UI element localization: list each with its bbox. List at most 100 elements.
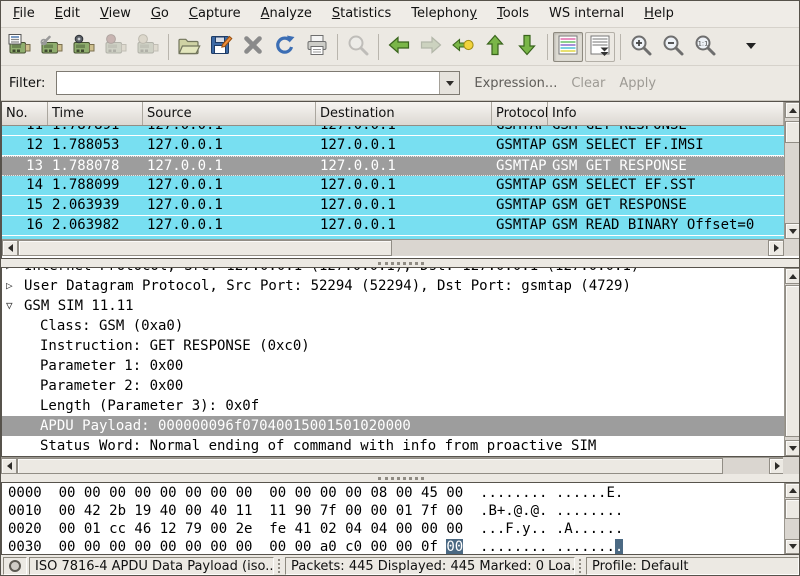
packet-list-vscrollbar[interactable] [784, 102, 800, 239]
scroll-up-button[interactable] [785, 268, 800, 284]
hex-offset: 0010 [8, 503, 42, 519]
packet-row-15[interactable]: 152.063939127.0.0.1127.0.0.1GSMTAPGSM GE… [2, 196, 784, 216]
vscroll-thumb[interactable] [785, 285, 800, 437]
packet-cell: 127.0.0.1 [143, 176, 316, 195]
detail-text: User Datagram Protocol, Src Port: 52294 … [24, 276, 631, 296]
filter-dropdown-button[interactable] [439, 72, 459, 94]
filter-input[interactable] [57, 72, 439, 94]
scroll-left-button[interactable] [1, 458, 17, 474]
detail-row-3[interactable]: Class: GSM (0xa0) [2, 316, 784, 336]
hscroll-thumb[interactable] [18, 240, 392, 256]
hex-vscrollbar[interactable] [784, 483, 800, 554]
packet-row-13[interactable]: 131.788078127.0.0.1127.0.0.1GSMTAPGSM GE… [2, 156, 784, 176]
save-file-button[interactable] [206, 32, 236, 62]
menu-file[interactable]: File [3, 1, 45, 27]
scroll-up-button[interactable] [785, 483, 800, 498]
scroll-up-button[interactable] [785, 102, 800, 118]
zoom-out-button[interactable] [658, 32, 688, 62]
packet-cell: 1.787891 [48, 126, 143, 135]
menu-help[interactable]: Help [634, 1, 684, 27]
detail-text: Instruction: GET RESPONSE (0xc0) [40, 336, 310, 356]
menu-capture[interactable]: Capture [179, 1, 251, 27]
hex-row-0020[interactable]: 0020 00 01 cc 46 12 79 00 2e fe 41 02 04… [2, 521, 784, 538]
expander-collapsed-icon[interactable]: ▷ [6, 276, 24, 296]
capture-start-button[interactable] [69, 32, 99, 62]
detail-row-0[interactable]: ▷Internet Protocol, Src: 127.0.0.1 (127.… [2, 268, 784, 276]
hex-row-0010[interactable]: 0010 00 42 2b 19 40 00 40 11 11 90 7f 00… [2, 503, 784, 520]
scroll-down-button[interactable] [785, 539, 800, 554]
scroll-left-button[interactable] [2, 240, 18, 256]
menu-analyze[interactable]: Analyze [251, 1, 322, 27]
clear-button: Clear [571, 76, 605, 91]
expert-info-button[interactable] [3, 557, 27, 575]
detail-row-5[interactable]: Parameter 1: 0x00 [2, 356, 784, 376]
detail-row-1[interactable]: ▷User Datagram Protocol, Src Port: 52294… [2, 276, 784, 296]
menu-edit[interactable]: Edit [45, 1, 90, 27]
packet-row-11[interactable]: 111.787891127.0.0.1127.0.0.1GSMTAPGSM GE… [2, 126, 784, 136]
vscroll-thumb[interactable] [785, 121, 800, 143]
scroll-right-button[interactable] [768, 240, 784, 256]
column-header-protocol[interactable]: Protocol [492, 102, 548, 125]
packet-cell: GSM READ BINARY Offset=0 [548, 216, 784, 235]
folder-icon [177, 33, 201, 61]
menu-telephony[interactable]: Telephony [401, 1, 487, 27]
pane-splitter-2[interactable] [1, 474, 800, 482]
detail-row-6[interactable]: Parameter 2: 0x00 [2, 376, 784, 396]
column-header-time[interactable]: Time [48, 102, 143, 125]
details-hscrollbar[interactable] [1, 457, 785, 474]
go-back-button[interactable] [384, 32, 414, 62]
menu-statistics[interactable]: Statistics [322, 1, 401, 27]
details-vscrollbar[interactable] [784, 268, 800, 456]
column-header-destination[interactable]: Destination [316, 102, 492, 125]
go-to-packet-button[interactable] [448, 32, 478, 62]
packet-cell: 1.788053 [48, 136, 143, 155]
menu-tools[interactable]: Tools [487, 1, 539, 27]
vscroll-thumb[interactable] [785, 499, 800, 519]
packet-row-14[interactable]: 141.788099127.0.0.1127.0.0.1GSMTAPGSM SE… [2, 176, 784, 196]
list-interfaces-button[interactable] [5, 32, 35, 62]
arrow-left-icon [8, 244, 13, 252]
expander-expanded-icon[interactable]: ▽ [6, 296, 24, 316]
status-grip-icon[interactable] [579, 559, 582, 573]
arrow-right-icon [775, 462, 780, 470]
detail-row-2[interactable]: ▽GSM SIM 11.11 [2, 296, 784, 316]
hscroll-thumb[interactable] [17, 458, 723, 474]
go-to-top-button[interactable] [480, 32, 510, 62]
scroll-down-button[interactable] [785, 440, 800, 456]
detail-row-8[interactable]: APDU Payload: 000000096f0704001500150102… [2, 416, 784, 436]
expander-collapsed-icon[interactable]: ▷ [6, 268, 24, 276]
zoom-1-1-icon: 1:1 [693, 33, 717, 61]
zoom-normal-button[interactable]: 1:1 [690, 32, 720, 62]
status-profile[interactable]: Profile: Default [586, 557, 799, 575]
go-to-bottom-button[interactable] [512, 32, 542, 62]
pane-splitter-1[interactable] [1, 259, 800, 267]
auto-scroll-button[interactable] [585, 32, 615, 62]
column-header-info[interactable]: Info [548, 102, 784, 125]
close-file-button[interactable] [238, 32, 268, 62]
hex-row-0000[interactable]: 0000 00 00 00 00 00 00 00 00 00 00 00 00… [2, 485, 784, 502]
detail-row-7[interactable]: Length (Parameter 3): 0x0f [2, 396, 784, 416]
packet-list-hscrollbar[interactable] [2, 239, 784, 256]
colorize-button[interactable] [553, 32, 583, 62]
print-button[interactable] [302, 32, 332, 62]
capture-options-button[interactable] [37, 32, 67, 62]
open-file-button[interactable] [174, 32, 204, 62]
expression-button[interactable]: Expression... [474, 76, 557, 91]
menu-view[interactable]: View [90, 1, 141, 27]
gap [463, 539, 480, 554]
detail-row-9[interactable]: Status Word: Normal ending of command wi… [2, 436, 784, 456]
packet-row-16[interactable]: 162.063982127.0.0.1127.0.0.1GSMTAPGSM RE… [2, 216, 784, 236]
status-grip-icon[interactable] [278, 559, 281, 573]
zoom-in-button[interactable] [626, 32, 656, 62]
column-header-no[interactable]: No. [2, 102, 48, 125]
toolbar-overflow-button[interactable] [736, 32, 766, 62]
packet-row-12[interactable]: 121.788053127.0.0.1127.0.0.1GSMTAPGSM SE… [2, 136, 784, 156]
reload-file-button[interactable] [270, 32, 300, 62]
menu-go[interactable]: Go [141, 1, 179, 27]
arrow-down-icon [789, 446, 797, 451]
menu-ws-internal[interactable]: WS internal [539, 1, 634, 27]
detail-row-4[interactable]: Instruction: GET RESPONSE (0xc0) [2, 336, 784, 356]
column-header-source[interactable]: Source [143, 102, 316, 125]
scroll-down-button[interactable] [785, 223, 800, 239]
hex-row-0030[interactable]: 0030 00 00 00 00 00 00 00 00 00 00 a0 c0… [2, 539, 784, 554]
